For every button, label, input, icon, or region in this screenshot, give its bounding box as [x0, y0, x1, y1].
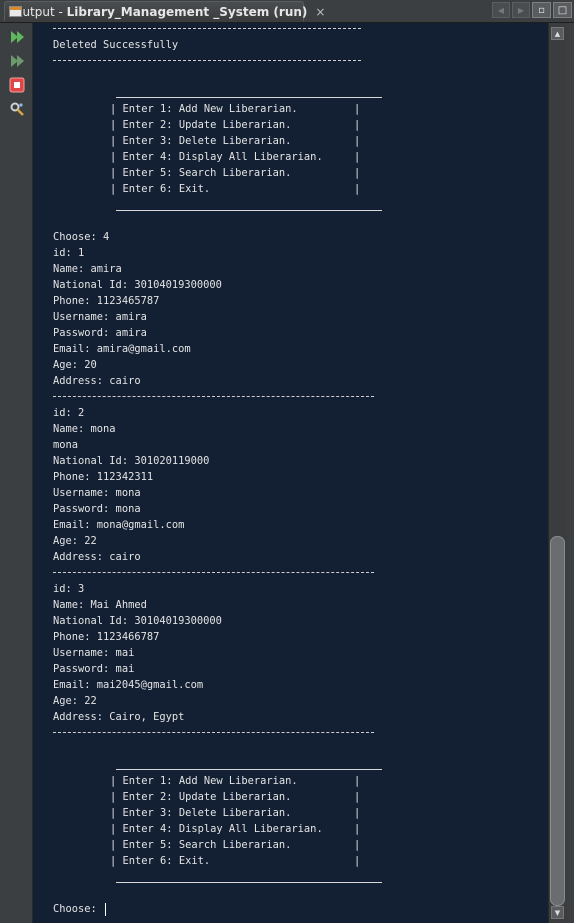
choose-prompt: Choose:: [53, 903, 104, 915]
scroll-down-button[interactable]: ▼: [551, 906, 564, 919]
scroll-up-button[interactable]: ▲: [551, 27, 564, 40]
menu-option-3: | Enter 3: Delete Liberarian. |: [110, 807, 361, 819]
record-line: Password: mona: [53, 503, 141, 515]
record-line: id: 3: [53, 583, 85, 595]
menu-option-4: | Enter 4: Display All Liberarian. |: [110, 823, 361, 835]
stop-icon[interactable]: [9, 77, 25, 93]
menu-option-3: | Enter 3: Delete Liberarian. |: [110, 135, 361, 147]
separator: [53, 60, 361, 62]
window-controls: ◀ ▶ ▫ □: [492, 2, 572, 18]
settings-icon[interactable]: [9, 101, 25, 117]
menu-option-1: | Enter 1: Add New Liberarian. |: [110, 103, 361, 115]
separator: [53, 572, 374, 574]
output-toolbar: [0, 23, 33, 923]
record-line: id: 2: [53, 407, 85, 419]
record-line: Name: mona: [53, 423, 116, 435]
record-line: Age: 20: [53, 359, 97, 371]
window-edge: [567, 23, 574, 923]
record-line: Address: cairo: [53, 375, 141, 387]
menu-box-top: [116, 769, 382, 770]
scroll-tabs-left-button[interactable]: ◀: [492, 2, 510, 18]
close-tab-icon[interactable]: ×: [315, 5, 325, 19]
record-line: Password: mai: [53, 663, 135, 675]
menu-option-2: | Enter 2: Update Liberarian. |: [110, 791, 361, 803]
separator: [53, 28, 361, 30]
menu-option-5: | Enter 5: Search Liberarian. |: [110, 839, 361, 851]
record-line: Email: mai2045@gmail.com: [53, 679, 204, 691]
scroll-tabs-right-button[interactable]: ▶: [512, 2, 530, 18]
menu-option-5: | Enter 5: Search Liberarian. |: [110, 167, 361, 179]
record-line: Age: 22: [53, 695, 97, 707]
record-line: Phone: 112342311: [53, 471, 154, 483]
record-line: Phone: 1123466787: [53, 631, 160, 643]
record-line: National Id: 301020119000: [53, 455, 210, 467]
menu-option-2: | Enter 2: Update Liberarian. |: [110, 119, 361, 131]
choose-line: Choose: 4: [53, 231, 110, 243]
record-line: Age: 22: [53, 535, 97, 547]
separator: [53, 396, 374, 398]
vertical-scrollbar[interactable]: ▲ ▼: [548, 23, 567, 923]
output-tab[interactable]: Output - Library_Management _System (run…: [4, 1, 325, 21]
menu-option-6: | Enter 6: Exit. |: [110, 183, 361, 195]
maximize-window-button[interactable]: □: [553, 2, 572, 18]
record-line: National Id: 30104019300000: [53, 279, 222, 291]
record-line: Name: amira: [53, 263, 122, 275]
record-line: Username: mai: [53, 647, 135, 659]
record-line: National Id: 30104019300000: [53, 615, 222, 627]
record-line: Name: Mai Ahmed: [53, 599, 147, 611]
record-line: Address: cairo: [53, 551, 141, 563]
tab-title-name: Library_Management _System (run): [66, 4, 308, 19]
record-line: Email: amira@gmail.com: [53, 343, 191, 355]
menu-option-6: | Enter 6: Exit. |: [110, 855, 361, 867]
restore-window-button[interactable]: ▫: [532, 2, 551, 18]
console-output[interactable]: Deleted Successfully | Enter 1: Add New …: [33, 23, 548, 923]
choose-prompt-line[interactable]: Choose:: [53, 901, 107, 917]
menu-box-bottom: [116, 210, 382, 211]
record-line: mona: [53, 439, 79, 451]
output-window-titlebar: Output - Library_Management _System (run…: [0, 0, 574, 23]
menu-box-top: [116, 97, 382, 98]
record-line: id: 1: [53, 247, 85, 259]
menu-option-1: | Enter 1: Add New Liberarian. |: [110, 775, 361, 787]
separator: [53, 732, 374, 734]
record-line: Address: Cairo, Egypt: [53, 711, 185, 723]
record-line: Username: amira: [53, 311, 147, 323]
tab-title: Output - Library_Management _System (run…: [13, 5, 307, 19]
scrollbar-thumb[interactable]: [550, 536, 565, 906]
menu-box-bottom: [116, 882, 382, 883]
record-line: Username: mona: [53, 487, 141, 499]
deleted-message: Deleted Successfully: [53, 39, 179, 51]
text-cursor: [105, 902, 107, 916]
record-line: Email: mona@gmail.com: [53, 519, 185, 531]
rerun-icon[interactable]: [9, 29, 25, 45]
record-line: Phone: 1123465787: [53, 295, 160, 307]
menu-option-4: | Enter 4: Display All Liberarian. |: [110, 151, 361, 163]
rerun-with-options-icon[interactable]: [9, 53, 25, 69]
record-line: Password: amira: [53, 327, 147, 339]
